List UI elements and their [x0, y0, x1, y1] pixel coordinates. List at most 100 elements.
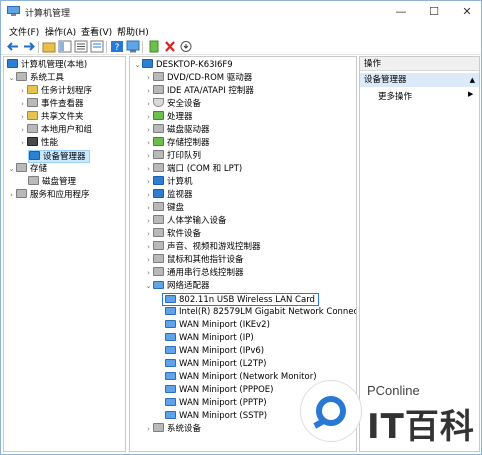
tree-item-performance[interactable]: › 性能	[18, 137, 58, 150]
device-category[interactable]: › 端口 (COM 和 LPT)	[144, 163, 242, 176]
chevron-right-icon[interactable]: ›	[144, 176, 153, 189]
network-adapter-label: WAN Miniport (Network Monitor)	[179, 372, 317, 382]
chevron-right-icon[interactable]: ›	[18, 111, 27, 124]
up-folder-icon[interactable]	[42, 40, 56, 53]
network-adapter[interactable]: Intel(R) 82579LM Gigabit Network Connect…	[165, 306, 357, 319]
help-icon[interactable]: ?	[110, 40, 124, 53]
chevron-right-icon[interactable]: ›	[18, 137, 27, 150]
chevron-down-icon[interactable]: ⌄	[7, 72, 16, 85]
chevron-right-icon[interactable]: ›	[144, 215, 153, 228]
chevron-right-icon[interactable]: ›	[144, 241, 153, 254]
tree-item-label: 存储	[30, 164, 48, 174]
network-adapter-label: Intel(R) 82579LM Gigabit Network Connect…	[179, 307, 357, 317]
device-category[interactable]: › 监视器	[144, 189, 193, 202]
network-adapter[interactable]: WAN Miniport (IPv6)	[165, 345, 264, 358]
device-category[interactable]: › 声音、视频和游戏控制器	[144, 241, 261, 254]
chevron-right-icon[interactable]: ›	[144, 267, 153, 280]
console-icon[interactable]	[126, 40, 140, 53]
device-category[interactable]: › 软件设备	[144, 228, 201, 241]
tree-item-computer-management[interactable]: 计算机管理(本地)	[7, 59, 87, 72]
chevron-right-icon[interactable]: ›	[144, 189, 153, 202]
chevron-right-icon[interactable]: ›	[18, 85, 27, 98]
network-adapter[interactable]: WAN Miniport (SSTP)	[165, 410, 267, 423]
device-category[interactable]: › 系统设备	[144, 423, 201, 436]
chevron-down-icon[interactable]: ⌄	[7, 163, 16, 176]
device-category[interactable]: › 打印队列	[144, 150, 201, 163]
device-root[interactable]: ⌄ DESKTOP-K63I6F9	[133, 59, 233, 72]
chevron-right-icon[interactable]: ›	[144, 423, 153, 436]
chevron-right-icon[interactable]: ›	[144, 202, 153, 215]
chevron-right-icon[interactable]: ›	[7, 189, 16, 202]
chevron-right-icon[interactable]: ›	[144, 254, 153, 267]
chevron-right-icon[interactable]: ›	[144, 137, 153, 150]
tree-item-event-viewer[interactable]: › 事件查看器	[18, 98, 84, 111]
menu-help[interactable]: 帮助(H)	[117, 25, 149, 38]
network-adapter-label: WAN Miniport (PPTP)	[179, 398, 267, 408]
network-adapter[interactable]: WAN Miniport (IKEv2)	[165, 319, 270, 332]
export-list-icon[interactable]	[90, 40, 104, 53]
chevron-right-icon[interactable]: ›	[144, 150, 153, 163]
chevron-right-icon[interactable]: ›	[144, 72, 153, 85]
show-hide-tree-icon[interactable]	[58, 40, 72, 53]
tree-item-label: 共享文件夹	[41, 112, 84, 122]
chevron-down-icon[interactable]: ⌄	[133, 59, 142, 72]
enable-device-icon[interactable]	[179, 40, 193, 53]
tree-item-device-manager[interactable]: 设备管理器	[28, 150, 90, 163]
chevron-right-icon[interactable]: ›	[144, 98, 153, 111]
more-actions-link[interactable]: 更多操作	[378, 90, 412, 102]
network-adapter[interactable]: WAN Miniport (PPTP)	[165, 397, 267, 410]
update-driver-icon[interactable]	[147, 40, 161, 53]
back-arrow-icon[interactable]	[6, 40, 20, 53]
network-adapter[interactable]: WAN Miniport (PPPOE)	[165, 384, 273, 397]
menu-file[interactable]: 文件(F)	[9, 25, 39, 38]
chevron-down-icon[interactable]: ⌄	[144, 280, 153, 293]
chevron-right-icon[interactable]: ›	[144, 228, 153, 241]
uninstall-device-icon[interactable]	[163, 40, 177, 53]
submenu-arrow-icon[interactable]: ▶	[468, 90, 473, 98]
collapse-caret-icon[interactable]: ▲	[470, 73, 475, 87]
device-category[interactable]: › 磁盘驱动器	[144, 124, 210, 137]
network-adapter[interactable]: WAN Miniport (L2TP)	[165, 358, 266, 371]
minimize-button[interactable]: —	[386, 4, 416, 20]
device-category[interactable]: › 存储控制器	[144, 137, 210, 150]
network-adapter-label: WAN Miniport (IP)	[179, 333, 254, 343]
network-adapter-wireless[interactable]: 802.11n USB Wireless LAN Card	[162, 293, 319, 306]
chevron-right-icon[interactable]: ›	[144, 85, 153, 98]
device-category[interactable]: › 安全设备	[144, 98, 201, 111]
chevron-right-icon[interactable]: ›	[144, 163, 153, 176]
tree-item-services-apps[interactable]: › 服务和应用程序	[7, 189, 90, 202]
device-category[interactable]: › IDE ATA/ATAPI 控制器	[144, 85, 254, 98]
close-button[interactable]: ✕	[452, 4, 482, 20]
network-adapter[interactable]: WAN Miniport (IP)	[165, 332, 254, 345]
tree-item-storage[interactable]: ⌄ 存储	[7, 163, 47, 176]
device-category[interactable]: › 人体学输入设备	[144, 215, 227, 228]
computer-management-icon	[7, 6, 20, 16]
chevron-right-icon[interactable]: ›	[144, 111, 153, 124]
storage-icon	[16, 163, 27, 172]
tree-item-shared-folders[interactable]: › 共享文件夹	[18, 111, 84, 124]
maximize-button[interactable]: ☐	[419, 4, 449, 20]
device-category[interactable]: › 键盘	[144, 202, 184, 215]
network-adapter-label: WAN Miniport (PPPOE)	[179, 385, 274, 395]
menu-view[interactable]: 查看(V)	[81, 25, 112, 38]
network-adapter[interactable]: WAN Miniport (Network Monitor)	[165, 371, 317, 384]
system-device-icon	[153, 423, 164, 432]
device-category[interactable]: › 处理器	[144, 111, 193, 124]
device-category-label: 磁盘驱动器	[167, 125, 210, 135]
menu-action[interactable]: 操作(A)	[45, 25, 76, 38]
actions-section-device-manager[interactable]: 设备管理器 ▲	[360, 73, 479, 87]
device-category[interactable]: › 通用串行总线控制器	[144, 267, 244, 280]
chevron-right-icon[interactable]: ›	[18, 98, 27, 111]
device-category[interactable]: › 计算机	[144, 176, 193, 189]
properties-icon[interactable]	[74, 40, 88, 53]
tree-item-local-users-groups[interactable]: › 本地用户和组	[18, 124, 92, 137]
tree-item-task-scheduler[interactable]: › 任务计划程序	[18, 85, 92, 98]
device-category[interactable]: › DVD/CD-ROM 驱动器	[144, 72, 252, 85]
device-category-network-adapters[interactable]: ⌄ 网络适配器	[144, 280, 210, 293]
tree-item-disk-management[interactable]: 磁盘管理	[28, 176, 76, 189]
device-category[interactable]: › 鼠标和其他指针设备	[144, 254, 244, 267]
chevron-right-icon[interactable]: ›	[18, 124, 27, 137]
forward-arrow-icon[interactable]	[22, 40, 36, 53]
tree-item-system-tools[interactable]: ⌄ 系统工具	[7, 72, 64, 85]
chevron-right-icon[interactable]: ›	[144, 124, 153, 137]
